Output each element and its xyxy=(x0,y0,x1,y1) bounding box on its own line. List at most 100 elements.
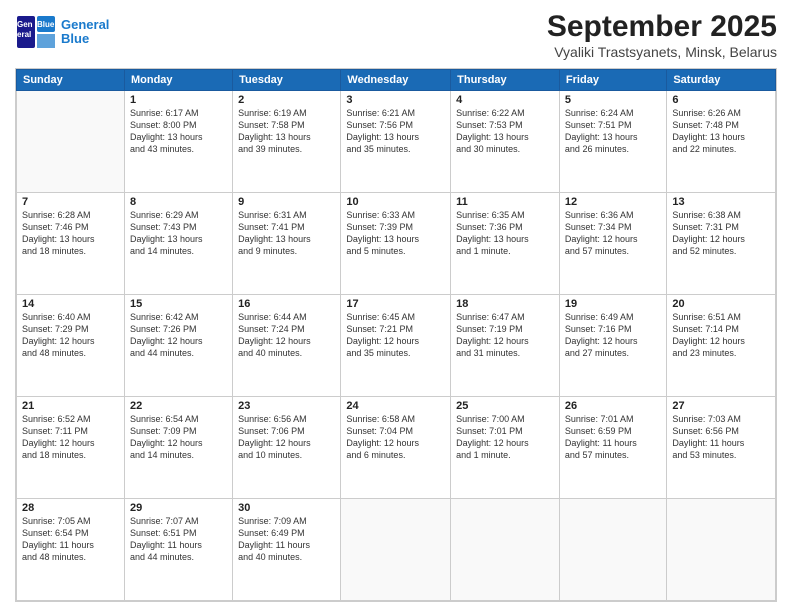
day-detail: Sunrise: 6:49 AM Sunset: 7:16 PM Dayligh… xyxy=(565,311,661,360)
day-cell: 12Sunrise: 6:36 AM Sunset: 7:34 PM Dayli… xyxy=(559,193,666,295)
day-cell: 3Sunrise: 6:21 AM Sunset: 7:56 PM Daylig… xyxy=(341,91,451,193)
day-detail: Sunrise: 6:58 AM Sunset: 7:04 PM Dayligh… xyxy=(346,413,445,462)
day-detail: Sunrise: 6:45 AM Sunset: 7:21 PM Dayligh… xyxy=(346,311,445,360)
svg-text:eral: eral xyxy=(17,30,31,39)
day-cell: 17Sunrise: 6:45 AM Sunset: 7:21 PM Dayli… xyxy=(341,295,451,397)
day-detail: Sunrise: 6:31 AM Sunset: 7:41 PM Dayligh… xyxy=(238,209,335,258)
day-detail: Sunrise: 6:44 AM Sunset: 7:24 PM Dayligh… xyxy=(238,311,335,360)
day-detail: Sunrise: 6:19 AM Sunset: 7:58 PM Dayligh… xyxy=(238,107,335,156)
subtitle: Vyaliki Trastsyanets, Minsk, Belarus xyxy=(547,44,777,60)
day-cell: 23Sunrise: 6:56 AM Sunset: 7:06 PM Dayli… xyxy=(233,397,341,499)
logo-icon: Gen eral Blue xyxy=(15,14,59,50)
day-cell: 7Sunrise: 6:28 AM Sunset: 7:46 PM Daylig… xyxy=(17,193,125,295)
day-cell: 19Sunrise: 6:49 AM Sunset: 7:16 PM Dayli… xyxy=(559,295,666,397)
day-cell: 20Sunrise: 6:51 AM Sunset: 7:14 PM Dayli… xyxy=(667,295,776,397)
day-cell xyxy=(451,499,560,601)
day-cell: 9Sunrise: 6:31 AM Sunset: 7:41 PM Daylig… xyxy=(233,193,341,295)
header-day-monday: Monday xyxy=(124,70,232,91)
week-row-4: 28Sunrise: 7:05 AM Sunset: 6:54 PM Dayli… xyxy=(17,499,776,601)
logo: Gen eral Blue General Blue xyxy=(15,14,109,50)
day-cell: 1Sunrise: 6:17 AM Sunset: 8:00 PM Daylig… xyxy=(124,91,232,193)
day-cell: 26Sunrise: 7:01 AM Sunset: 6:59 PM Dayli… xyxy=(559,397,666,499)
calendar-header: SundayMondayTuesdayWednesdayThursdayFrid… xyxy=(17,70,776,91)
day-detail: Sunrise: 7:03 AM Sunset: 6:56 PM Dayligh… xyxy=(672,413,770,462)
day-detail: Sunrise: 6:33 AM Sunset: 7:39 PM Dayligh… xyxy=(346,209,445,258)
day-detail: Sunrise: 7:00 AM Sunset: 7:01 PM Dayligh… xyxy=(456,413,554,462)
day-number: 23 xyxy=(238,400,335,412)
day-detail: Sunrise: 6:21 AM Sunset: 7:56 PM Dayligh… xyxy=(346,107,445,156)
header-day-thursday: Thursday xyxy=(451,70,560,91)
day-detail: Sunrise: 6:51 AM Sunset: 7:14 PM Dayligh… xyxy=(672,311,770,360)
day-cell: 21Sunrise: 6:52 AM Sunset: 7:11 PM Dayli… xyxy=(17,397,125,499)
day-number: 30 xyxy=(238,502,335,514)
day-detail: Sunrise: 7:09 AM Sunset: 6:49 PM Dayligh… xyxy=(238,515,335,564)
day-cell: 24Sunrise: 6:58 AM Sunset: 7:04 PM Dayli… xyxy=(341,397,451,499)
day-number: 12 xyxy=(565,196,661,208)
day-cell: 2Sunrise: 6:19 AM Sunset: 7:58 PM Daylig… xyxy=(233,91,341,193)
day-number: 11 xyxy=(456,196,554,208)
day-cell xyxy=(667,499,776,601)
day-number: 14 xyxy=(22,298,119,310)
day-cell: 5Sunrise: 6:24 AM Sunset: 7:51 PM Daylig… xyxy=(559,91,666,193)
day-cell: 10Sunrise: 6:33 AM Sunset: 7:39 PM Dayli… xyxy=(341,193,451,295)
day-cell: 13Sunrise: 6:38 AM Sunset: 7:31 PM Dayli… xyxy=(667,193,776,295)
day-number: 21 xyxy=(22,400,119,412)
day-detail: Sunrise: 6:24 AM Sunset: 7:51 PM Dayligh… xyxy=(565,107,661,156)
week-row-0: 1Sunrise: 6:17 AM Sunset: 8:00 PM Daylig… xyxy=(17,91,776,193)
day-cell: 29Sunrise: 7:07 AM Sunset: 6:51 PM Dayli… xyxy=(124,499,232,601)
header: Gen eral Blue General Blue September 202… xyxy=(15,10,777,60)
calendar-body: 1Sunrise: 6:17 AM Sunset: 8:00 PM Daylig… xyxy=(17,91,776,601)
day-detail: Sunrise: 7:07 AM Sunset: 6:51 PM Dayligh… xyxy=(130,515,227,564)
day-detail: Sunrise: 7:05 AM Sunset: 6:54 PM Dayligh… xyxy=(22,515,119,564)
day-cell: 30Sunrise: 7:09 AM Sunset: 6:49 PM Dayli… xyxy=(233,499,341,601)
day-cell: 4Sunrise: 6:22 AM Sunset: 7:53 PM Daylig… xyxy=(451,91,560,193)
day-detail: Sunrise: 6:35 AM Sunset: 7:36 PM Dayligh… xyxy=(456,209,554,258)
day-number: 20 xyxy=(672,298,770,310)
day-detail: Sunrise: 6:36 AM Sunset: 7:34 PM Dayligh… xyxy=(565,209,661,258)
day-cell: 25Sunrise: 7:00 AM Sunset: 7:01 PM Dayli… xyxy=(451,397,560,499)
day-detail: Sunrise: 6:28 AM Sunset: 7:46 PM Dayligh… xyxy=(22,209,119,258)
day-cell: 8Sunrise: 6:29 AM Sunset: 7:43 PM Daylig… xyxy=(124,193,232,295)
day-detail: Sunrise: 7:01 AM Sunset: 6:59 PM Dayligh… xyxy=(565,413,661,462)
day-cell: 27Sunrise: 7:03 AM Sunset: 6:56 PM Dayli… xyxy=(667,397,776,499)
day-detail: Sunrise: 6:26 AM Sunset: 7:48 PM Dayligh… xyxy=(672,107,770,156)
day-number: 25 xyxy=(456,400,554,412)
day-number: 3 xyxy=(346,94,445,106)
header-day-tuesday: Tuesday xyxy=(233,70,341,91)
page: Gen eral Blue General Blue September 202… xyxy=(0,0,792,612)
day-detail: Sunrise: 6:22 AM Sunset: 7:53 PM Dayligh… xyxy=(456,107,554,156)
day-cell xyxy=(17,91,125,193)
day-cell xyxy=(341,499,451,601)
day-number: 2 xyxy=(238,94,335,106)
week-row-2: 14Sunrise: 6:40 AM Sunset: 7:29 PM Dayli… xyxy=(17,295,776,397)
calendar-table: SundayMondayTuesdayWednesdayThursdayFrid… xyxy=(16,69,776,601)
day-number: 27 xyxy=(672,400,770,412)
day-number: 8 xyxy=(130,196,227,208)
day-detail: Sunrise: 6:52 AM Sunset: 7:11 PM Dayligh… xyxy=(22,413,119,462)
day-cell xyxy=(559,499,666,601)
day-detail: Sunrise: 6:56 AM Sunset: 7:06 PM Dayligh… xyxy=(238,413,335,462)
day-detail: Sunrise: 6:29 AM Sunset: 7:43 PM Dayligh… xyxy=(130,209,227,258)
svg-text:Blue: Blue xyxy=(37,20,55,29)
day-number: 10 xyxy=(346,196,445,208)
day-detail: Sunrise: 6:42 AM Sunset: 7:26 PM Dayligh… xyxy=(130,311,227,360)
logo-line1: General xyxy=(61,17,109,32)
day-detail: Sunrise: 6:38 AM Sunset: 7:31 PM Dayligh… xyxy=(672,209,770,258)
day-number: 19 xyxy=(565,298,661,310)
day-number: 17 xyxy=(346,298,445,310)
calendar: SundayMondayTuesdayWednesdayThursdayFrid… xyxy=(15,68,777,602)
header-day-saturday: Saturday xyxy=(667,70,776,91)
day-number: 1 xyxy=(130,94,227,106)
day-cell: 11Sunrise: 6:35 AM Sunset: 7:36 PM Dayli… xyxy=(451,193,560,295)
header-day-wednesday: Wednesday xyxy=(341,70,451,91)
day-number: 7 xyxy=(22,196,119,208)
svg-text:Gen: Gen xyxy=(17,20,33,29)
day-detail: Sunrise: 6:40 AM Sunset: 7:29 PM Dayligh… xyxy=(22,311,119,360)
day-cell: 14Sunrise: 6:40 AM Sunset: 7:29 PM Dayli… xyxy=(17,295,125,397)
day-number: 26 xyxy=(565,400,661,412)
header-day-sunday: Sunday xyxy=(17,70,125,91)
title-block: September 2025 Vyaliki Trastsyanets, Min… xyxy=(547,10,777,60)
day-number: 13 xyxy=(672,196,770,208)
day-number: 6 xyxy=(672,94,770,106)
main-title: September 2025 xyxy=(547,10,777,44)
